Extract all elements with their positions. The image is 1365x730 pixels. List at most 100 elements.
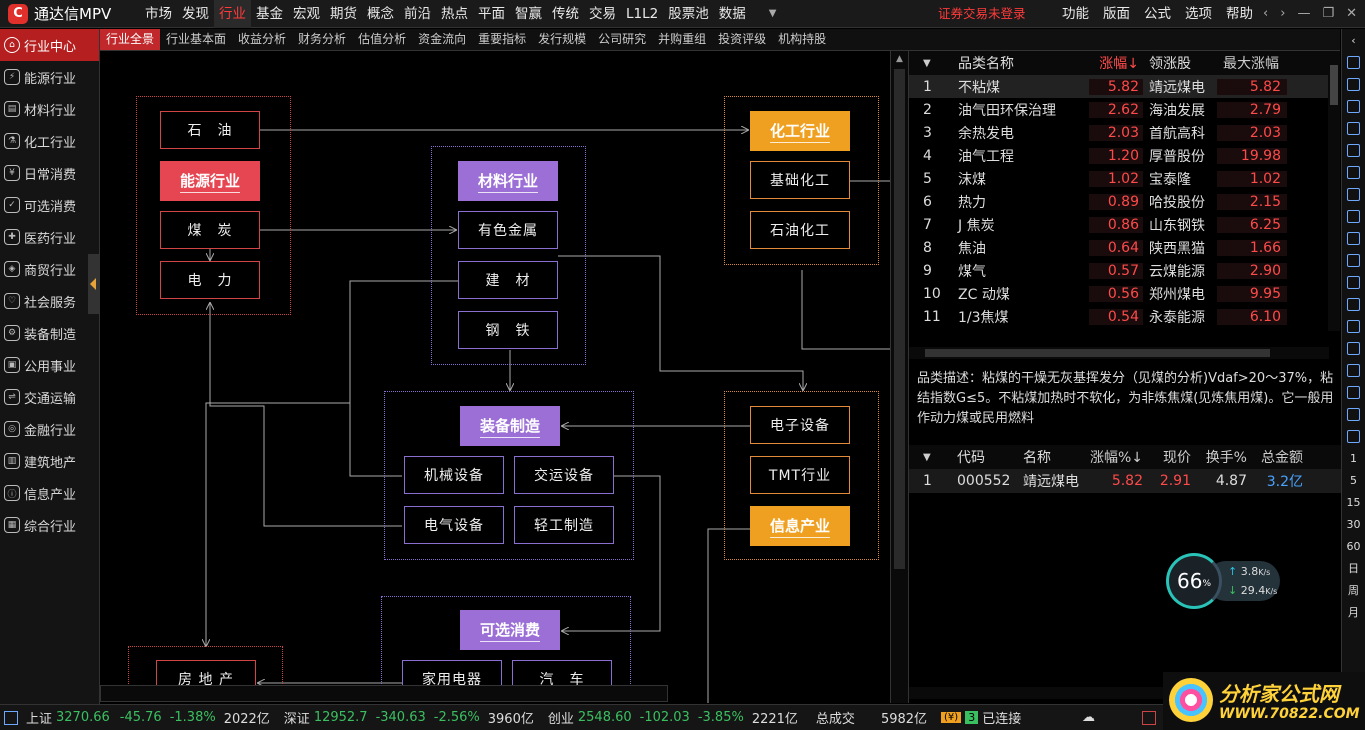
export-icon[interactable] — [1342, 381, 1365, 403]
col-category-name[interactable]: 品类名称 — [949, 53, 1089, 73]
menu-item[interactable]: 市场 — [140, 0, 177, 28]
diagram-horizontal-scrollbar[interactable] — [100, 685, 668, 702]
header-consumer[interactable]: 可选消费 — [460, 610, 560, 650]
sidebar-item[interactable]: ◎ 金融行业 — [0, 413, 99, 445]
sidebar-item[interactable]: ♡ 社会服务 — [0, 285, 99, 317]
col-leading-stock[interactable]: 领涨股 — [1143, 53, 1217, 73]
line-chart-icon[interactable] — [1342, 139, 1365, 161]
toolbar-icon-9[interactable] — [1342, 359, 1365, 381]
menu-item[interactable]: 智赢 — [510, 0, 547, 28]
table-row[interactable]: 6 热力 0.89 哈投股份 2.15 — [909, 190, 1340, 213]
col-change-pct[interactable]: 涨幅%↓ — [1083, 447, 1147, 467]
sidebar-item[interactable]: ¥ 日常消费 — [0, 157, 99, 189]
category-table-vscroll[interactable] — [1328, 51, 1340, 331]
header-chemical[interactable]: 化工行业 — [750, 111, 850, 151]
sidebar-item[interactable]: ✓ 可选消费 — [0, 189, 99, 221]
sidebar-item[interactable]: ⚗ 化工行业 — [0, 125, 99, 157]
sidebar-item[interactable]: ⌂ 行业中心 — [0, 29, 99, 61]
node-machinery[interactable]: 机械设备 — [404, 456, 504, 494]
menu-item[interactable]: L1L2 — [621, 0, 663, 28]
node-transport-equipment[interactable]: 交运设备 — [514, 456, 614, 494]
node-electronics[interactable]: 电子设备 — [750, 406, 850, 444]
period-button[interactable]: 15 — [1342, 491, 1365, 513]
table-row[interactable]: 9 煤气 0.57 云煤能源 2.90 — [909, 259, 1340, 282]
menu-item[interactable]: 前沿 — [399, 0, 436, 28]
menu-item[interactable]: 平面 — [473, 0, 510, 28]
node-electrical-equipment[interactable]: 电气设备 — [404, 506, 504, 544]
subtab[interactable]: 并购重组 — [652, 29, 712, 50]
col-price[interactable]: 现价 — [1147, 447, 1191, 467]
col-turnover[interactable]: 换手% — [1191, 447, 1247, 467]
node-power[interactable]: 电 力 — [160, 261, 260, 299]
menu-item[interactable]: 期货 — [325, 0, 362, 28]
subtab[interactable]: 公司研究 — [592, 29, 652, 50]
node-basic-chemical[interactable]: 基础化工 — [750, 161, 850, 199]
period-button[interactable]: 1 — [1342, 447, 1365, 469]
diagram-vertical-scrollbar[interactable]: ▲ — [890, 51, 908, 703]
table-row[interactable]: 1 不粘煤 5.82 靖远煤电 5.82 — [909, 75, 1340, 98]
toolbar-icon-3[interactable] — [1342, 95, 1365, 117]
sidebar-item[interactable]: ⚙ 装备制造 — [0, 317, 99, 349]
node-light-manufacturing[interactable]: 轻工制造 — [514, 506, 614, 544]
col-change-pct[interactable]: 涨幅↓ — [1089, 53, 1143, 73]
toolbar-icon-5[interactable] — [1342, 227, 1365, 249]
subtab[interactable]: 财务分析 — [292, 29, 352, 50]
period-button[interactable]: 周 — [1342, 579, 1365, 601]
table-row[interactable]: 2 油气田环保治理 2.62 海油发展 2.79 — [909, 98, 1340, 121]
pencil-icon[interactable] — [1342, 403, 1365, 425]
subtab[interactable]: 估值分析 — [352, 29, 412, 50]
subtab[interactable]: 行业全景 — [100, 29, 161, 50]
header-energy[interactable]: 能源行业 — [160, 161, 260, 201]
node-building-materials[interactable]: 建 材 — [458, 261, 558, 299]
collapse-left-icon[interactable]: ‹ — [1342, 29, 1365, 51]
table-row[interactable]: 7 J 焦炭 0.86 山东钢铁 6.25 — [909, 213, 1340, 236]
candlestick-icon[interactable] — [1342, 161, 1365, 183]
period-button[interactable]: 60 — [1342, 535, 1365, 557]
right-menu-item[interactable]: 公式 — [1137, 0, 1178, 28]
back-icon[interactable]: ‹ — [1263, 0, 1268, 28]
toolbar-icon-7[interactable] — [1342, 315, 1365, 337]
menu-item[interactable]: 传统 — [547, 0, 584, 28]
connection-count-badge[interactable]: 3 — [965, 711, 979, 724]
node-coal[interactable]: 煤 炭 — [160, 211, 260, 249]
trade-login-warning[interactable]: 证券交易未登录 — [938, 0, 1026, 28]
header-materials[interactable]: 材料行业 — [458, 161, 558, 201]
menu-item[interactable]: 交易 — [584, 0, 621, 28]
col-name[interactable]: 名称 — [1013, 447, 1083, 467]
scroll-thumb[interactable] — [894, 69, 905, 569]
node-steel[interactable]: 钢 铁 — [458, 311, 558, 349]
toolbar-icon-10[interactable] — [1342, 425, 1365, 447]
menu-item[interactable]: 热点 — [436, 0, 473, 28]
scroll-up-arrow-icon[interactable]: ▲ — [891, 51, 908, 67]
subtab[interactable]: 行业基本面 — [160, 29, 232, 50]
menu-item[interactable]: 行业 — [214, 0, 251, 28]
sidebar-item[interactable]: ✚ 医药行业 — [0, 221, 99, 253]
menu-item[interactable]: 发现 — [177, 0, 214, 28]
sidebar-item[interactable]: ⚡ 能源行业 — [0, 61, 99, 93]
menu-item[interactable]: 股票池 — [663, 0, 714, 28]
subtab[interactable]: 收益分析 — [232, 29, 292, 50]
col-code[interactable]: 代码 — [949, 447, 1013, 467]
right-menu-item[interactable]: 选项 — [1178, 0, 1219, 28]
subtab[interactable]: 发行规模 — [532, 29, 592, 50]
f10-alt-icon[interactable] — [1342, 293, 1365, 315]
header-equipment[interactable]: 装备制造 — [460, 406, 560, 446]
close-box-icon[interactable] — [1142, 710, 1156, 725]
table-row[interactable]: 11 1/3焦煤 0.54 永泰能源 6.10 — [909, 305, 1340, 328]
right-menu-item[interactable]: 版面 — [1096, 0, 1137, 28]
category-table-hscroll[interactable] — [909, 347, 1329, 359]
period-button[interactable]: 30 — [1342, 513, 1365, 535]
sidebar-item[interactable]: ⓘ 信息产业 — [0, 477, 99, 509]
subtab[interactable]: 重要指标 — [472, 29, 532, 50]
sort-chevron-icon[interactable]: ▼ — [909, 58, 949, 69]
toolbar-icon-4[interactable] — [1342, 183, 1365, 205]
menu-item[interactable]: 概念 — [362, 0, 399, 28]
node-petrochemical[interactable]: 石油化工 — [750, 211, 850, 249]
toolbar-icon-2[interactable] — [1342, 73, 1365, 95]
subtab[interactable]: 资金流向 — [412, 29, 472, 50]
menu-item[interactable]: 基金 — [251, 0, 288, 28]
period-button[interactable]: 5 — [1342, 469, 1365, 491]
connection-status[interactable]: 已连接 — [982, 708, 1021, 727]
col-amount[interactable]: 总金额 — [1247, 447, 1317, 467]
sort-chevron-icon[interactable]: ▼ — [909, 452, 949, 463]
